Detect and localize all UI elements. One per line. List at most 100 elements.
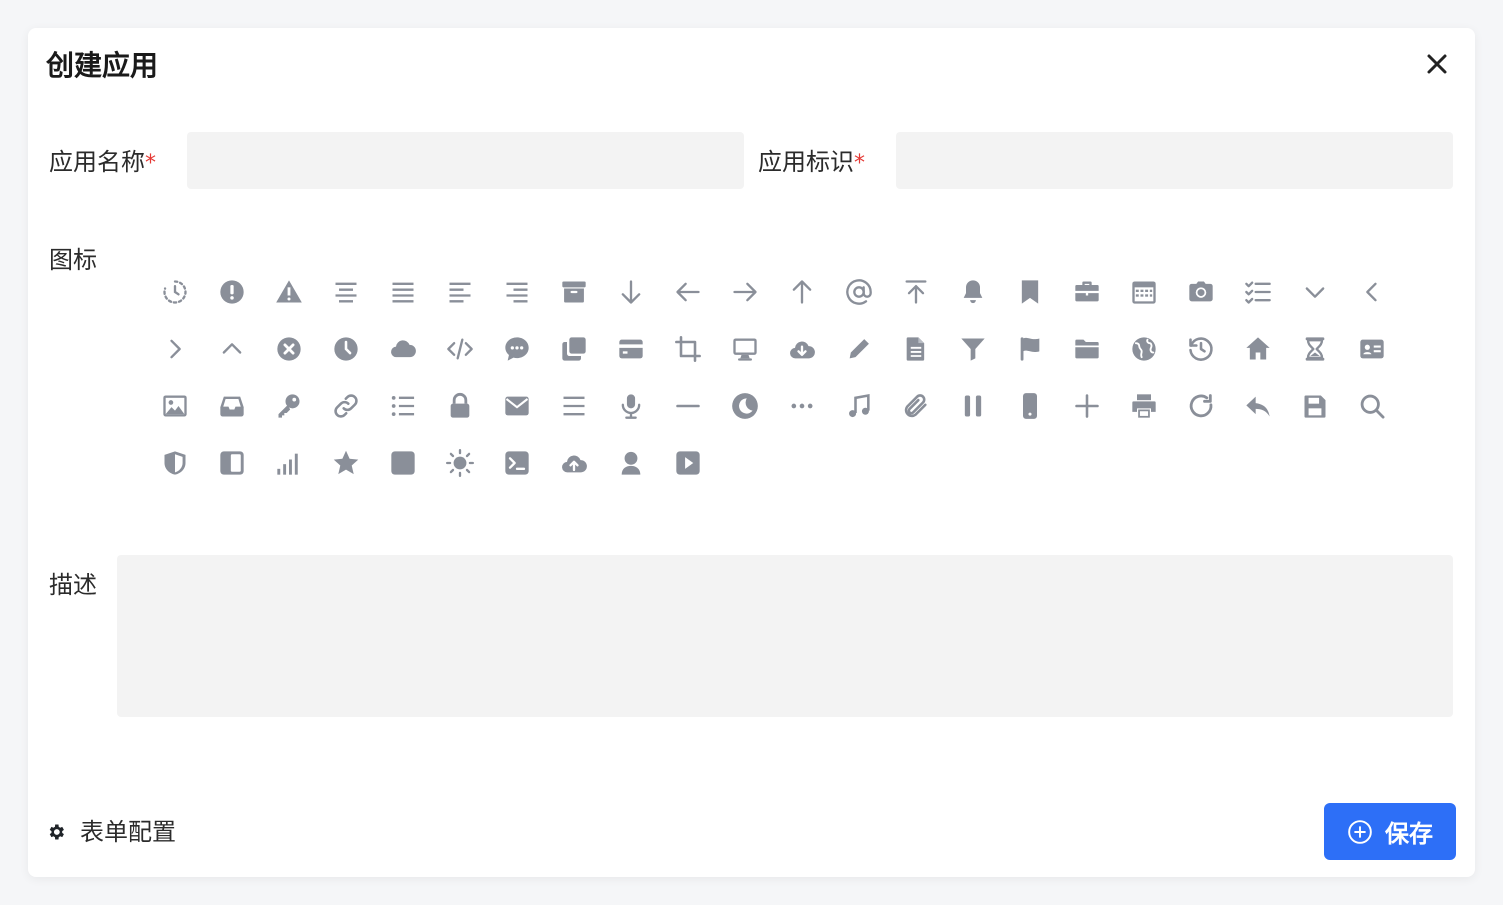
icon-option[interactable] [1001,377,1058,434]
close-button[interactable] [1421,48,1453,80]
arrow-left-icon [675,282,700,301]
link-icon [333,393,358,418]
icon-option[interactable] [1058,320,1115,377]
icon-option[interactable] [830,377,887,434]
form-config-link[interactable]: 表单配置 [46,816,176,848]
icon-option[interactable] [773,320,830,377]
icon-option[interactable] [1229,263,1286,320]
icon-option[interactable] [317,434,374,491]
icon-option[interactable] [1343,377,1400,434]
icon-option[interactable] [545,377,602,434]
icon-option[interactable] [1001,320,1058,377]
icon-option[interactable] [317,377,374,434]
icon-option[interactable] [887,263,944,320]
app-id-input[interactable] [896,132,1453,189]
icon-option[interactable] [1172,320,1229,377]
refresh-icon [1189,393,1212,417]
app-name-label-text: 应用名称 [49,148,145,176]
icon-option[interactable] [944,263,1001,320]
icon-option[interactable] [1343,320,1400,377]
app-name-input[interactable] [187,132,744,189]
icon-option[interactable] [1115,377,1172,434]
icon-option[interactable] [488,320,545,377]
icon-option[interactable] [374,320,431,377]
icon-option[interactable] [317,320,374,377]
icon-option[interactable] [716,320,773,377]
icon-option[interactable] [944,320,1001,377]
plus-icon [1074,393,1099,418]
icon-option[interactable] [830,263,887,320]
crop-icon [674,335,701,362]
required-mark: * [854,151,865,176]
align-left-icon [449,282,470,302]
icon-option[interactable] [203,263,260,320]
icon-option[interactable] [716,377,773,434]
icon-option[interactable] [1229,320,1286,377]
icon-option[interactable] [887,377,944,434]
briefcase-icon [1074,281,1099,301]
icon-option[interactable] [260,320,317,377]
icon-option[interactable] [602,263,659,320]
icon-option[interactable] [1001,263,1058,320]
icon-option[interactable] [317,263,374,320]
cloud-upload-icon [561,455,587,472]
icon-option[interactable] [1172,263,1229,320]
key-icon [278,393,299,418]
icon-option[interactable] [1058,263,1115,320]
moon-icon [731,392,758,419]
icon-option[interactable] [944,377,1001,434]
icon-option[interactable] [602,377,659,434]
close-icon [1427,54,1447,74]
icon-option[interactable] [260,434,317,491]
save-button[interactable]: 保存 [1324,803,1456,860]
icon-option[interactable] [431,263,488,320]
icon-option[interactable] [1286,377,1343,434]
icon-option[interactable] [1229,377,1286,434]
icon-option[interactable] [260,263,317,320]
icon-option[interactable] [431,320,488,377]
music-icon [848,393,870,417]
home-icon [1245,336,1270,359]
icon-option[interactable] [545,263,602,320]
icon-option[interactable] [146,377,203,434]
icon-option[interactable] [374,377,431,434]
arrow-to-top-icon [905,279,926,304]
icon-option[interactable] [431,377,488,434]
icon-option[interactable] [659,263,716,320]
icon-option[interactable] [488,263,545,320]
icon-option[interactable] [716,263,773,320]
icon-option[interactable] [773,263,830,320]
icon-option[interactable] [545,320,602,377]
icon-option[interactable] [1343,263,1400,320]
icon-option[interactable] [260,377,317,434]
icon-option[interactable] [1286,320,1343,377]
icon-option[interactable] [602,434,659,491]
icon-option[interactable] [488,434,545,491]
icon-option[interactable] [659,434,716,491]
icon-option[interactable] [659,377,716,434]
icon-option[interactable] [1172,377,1229,434]
icon-option[interactable] [1286,263,1343,320]
icon-option[interactable] [545,434,602,491]
icon-option[interactable] [1115,320,1172,377]
icon-option[interactable] [773,377,830,434]
icon-option[interactable] [146,263,203,320]
square-icon [390,450,415,475]
icon-option[interactable] [659,320,716,377]
icon-option[interactable] [887,320,944,377]
icon-option[interactable] [203,434,260,491]
icon-option[interactable] [374,263,431,320]
icon-option[interactable] [146,434,203,491]
icon-option[interactable] [1115,263,1172,320]
icon-option[interactable] [431,434,488,491]
icon-option[interactable] [146,320,203,377]
icon-option[interactable] [1058,377,1115,434]
icon-option[interactable] [203,320,260,377]
bell-icon [963,279,982,303]
icon-option[interactable] [488,377,545,434]
icon-option[interactable] [374,434,431,491]
icon-option[interactable] [602,320,659,377]
icon-option[interactable] [203,377,260,434]
description-textarea[interactable] [117,555,1453,717]
icon-option[interactable] [830,320,887,377]
